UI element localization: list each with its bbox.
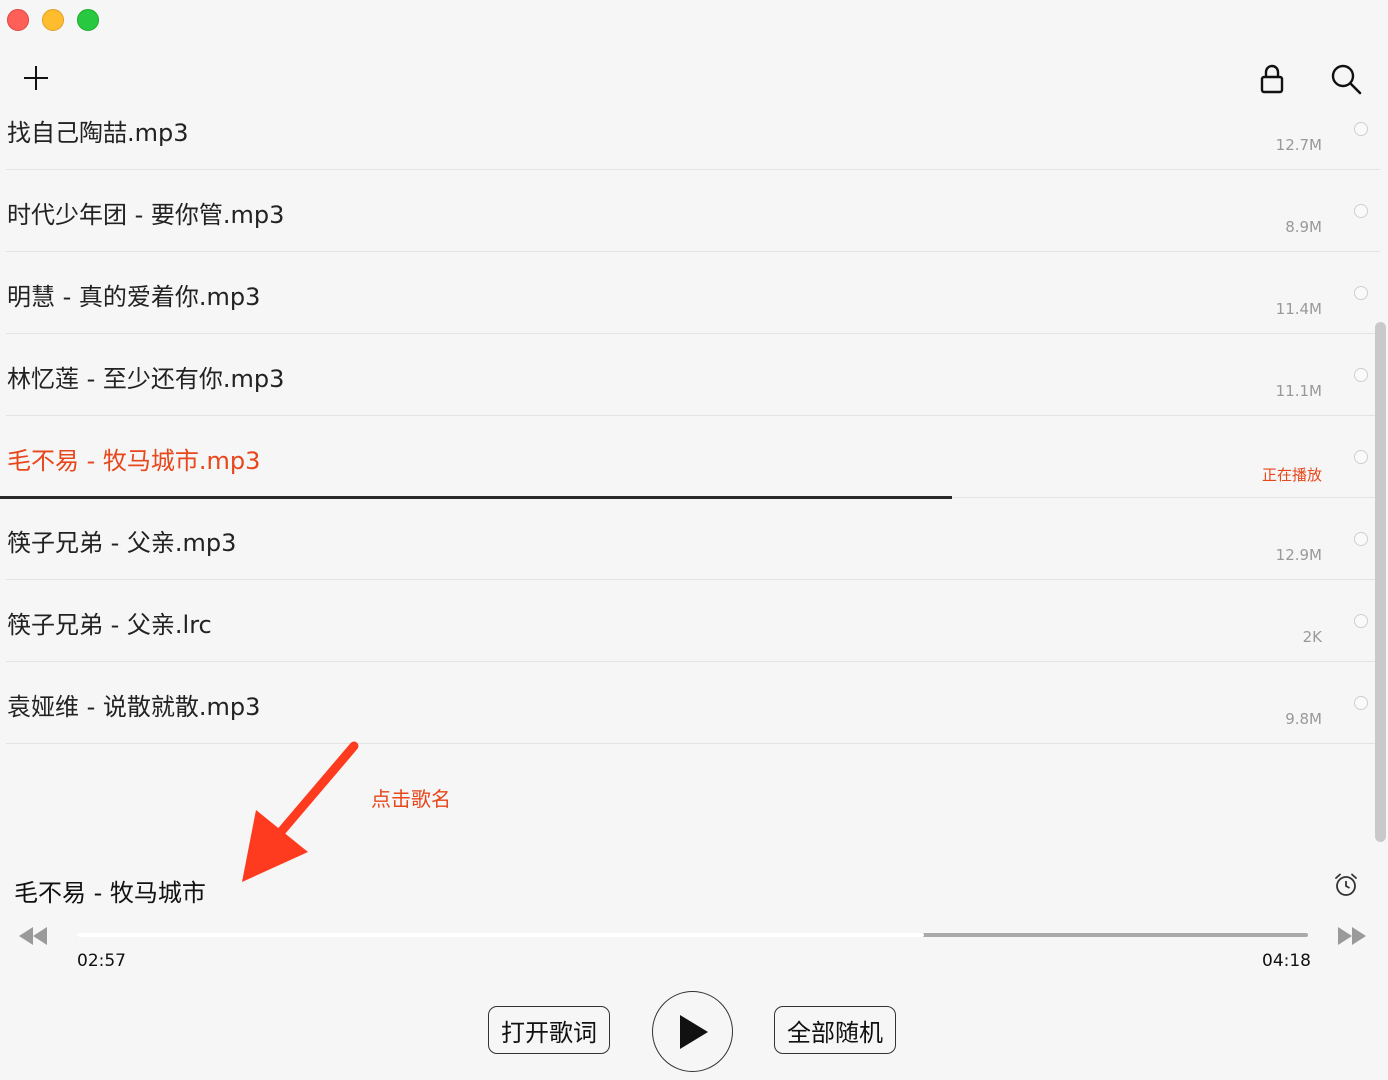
playlist-row[interactable]: 明慧 - 真的爱着你.mp3 11.4M	[6, 252, 1380, 334]
previous-track-button[interactable]	[17, 924, 49, 948]
file-size: 8.9M	[1285, 218, 1322, 236]
file-size: 11.4M	[1275, 300, 1322, 318]
zoom-window-button[interactable]	[77, 9, 99, 31]
open-lyrics-button[interactable]: 打开歌词	[488, 1006, 610, 1054]
file-size: 2K	[1302, 628, 1322, 646]
select-radio[interactable]	[1354, 122, 1368, 136]
track-name[interactable]: 毛不易 - 牧马城市.mp3	[7, 441, 260, 476]
playlist-row[interactable]: 毛不易 - 牧马城市.mp3 正在播放	[0, 416, 1380, 499]
select-radio[interactable]	[1354, 532, 1368, 546]
next-track-button[interactable]	[1336, 924, 1368, 948]
rewind-icon	[19, 927, 47, 945]
playlist-row[interactable]: 筷子兄弟 - 父亲.mp3 12.9M	[6, 498, 1380, 580]
track-name[interactable]: 时代少年团 - 要你管.mp3	[7, 195, 284, 230]
select-radio[interactable]	[1354, 368, 1368, 382]
alarm-clock-icon	[1335, 873, 1357, 896]
file-size: 12.9M	[1275, 546, 1322, 564]
select-radio[interactable]	[1354, 204, 1368, 218]
minimize-window-button[interactable]	[42, 9, 64, 31]
now-playing-label: 正在播放	[1261, 466, 1322, 484]
playlist: 找自己陶喆.mp3 12.7M 时代少年团 - 要你管.mp3 8.9M 明慧 - 真的…	[0, 88, 1388, 744]
track-name[interactable]: 筷子兄弟 - 父亲.mp3	[7, 523, 236, 558]
now-playing-title[interactable]: 毛不易 - 牧马城市	[14, 873, 206, 908]
track-name[interactable]: 筷子兄弟 - 父亲.lrc	[7, 605, 212, 640]
sleep-timer-button[interactable]	[1333, 872, 1359, 898]
playlist-row[interactable]: 筷子兄弟 - 父亲.lrc 2K	[6, 580, 1380, 662]
annotation-label: 点击歌名	[371, 787, 451, 811]
select-radio[interactable]	[1354, 286, 1368, 300]
total-time: 04:18	[1262, 951, 1311, 971]
play-icon	[679, 1014, 708, 1049]
file-size: 11.1M	[1275, 382, 1322, 400]
playback-progress-fill	[77, 933, 924, 937]
fast-forward-icon	[1338, 927, 1366, 945]
track-name[interactable]: 明慧 - 真的爱着你.mp3	[7, 277, 260, 312]
playlist-scrollbar[interactable]	[1375, 322, 1386, 842]
track-name[interactable]: 袁娅维 - 说散就散.mp3	[7, 687, 260, 722]
window-controls	[7, 9, 99, 31]
select-radio[interactable]	[1354, 450, 1368, 464]
elapsed-time: 02:57	[77, 951, 126, 971]
close-window-button[interactable]	[7, 9, 29, 31]
playlist-row[interactable]: 找自己陶喆.mp3 12.7M	[6, 88, 1380, 170]
playlist-row[interactable]: 林忆莲 - 至少还有你.mp3 11.1M	[6, 334, 1380, 416]
playlist-row[interactable]: 袁娅维 - 说散就散.mp3 9.8M	[6, 662, 1380, 744]
track-name[interactable]: 找自己陶喆.mp3	[7, 113, 189, 148]
playlist-row[interactable]: 时代少年团 - 要你管.mp3 8.9M	[6, 170, 1380, 252]
select-radio[interactable]	[1354, 614, 1368, 628]
track-name[interactable]: 林忆莲 - 至少还有你.mp3	[7, 359, 284, 394]
app-window: 找自己陶喆.mp3 12.7M 时代少年团 - 要你管.mp3 8.9M 明慧 - 真的…	[0, 0, 1388, 1080]
annotation-arrow-icon	[242, 741, 359, 882]
playback-progress-bar[interactable]	[77, 933, 1308, 937]
select-radio[interactable]	[1354, 696, 1368, 710]
play-button[interactable]	[652, 991, 733, 1072]
shuffle-all-button[interactable]: 全部随机	[774, 1006, 896, 1054]
file-size: 9.8M	[1285, 710, 1322, 728]
file-size: 12.7M	[1275, 136, 1322, 154]
